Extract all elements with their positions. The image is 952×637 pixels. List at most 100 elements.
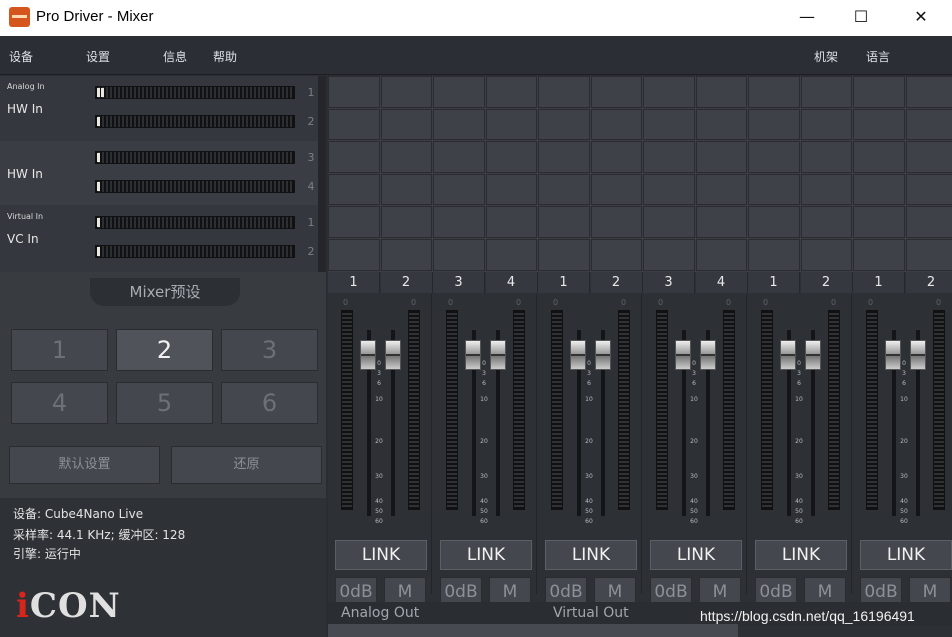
preset-button-6[interactable]: 6 <box>221 382 318 424</box>
matrix-cell[interactable] <box>538 206 590 238</box>
matrix-cell[interactable] <box>748 141 800 173</box>
matrix-cell[interactable] <box>643 173 695 206</box>
matrix-cell[interactable] <box>643 108 695 141</box>
matrix-cell[interactable] <box>590 239 642 271</box>
link-button[interactable]: LINK <box>335 540 427 570</box>
fader-knob-right[interactable] <box>910 340 926 370</box>
fader-knob-right[interactable] <box>805 340 821 370</box>
menu-info[interactable]: 信息 <box>163 48 187 65</box>
matrix-cell[interactable] <box>590 108 642 141</box>
matrix-cell[interactable] <box>590 173 642 206</box>
matrix-cell[interactable] <box>643 76 695 108</box>
matrix-cell[interactable] <box>328 206 380 238</box>
matrix-cell[interactable] <box>905 206 952 238</box>
matrix-cell[interactable] <box>695 173 747 206</box>
matrix-cell[interactable] <box>590 206 642 238</box>
matrix-cell[interactable] <box>380 141 432 173</box>
matrix-cell[interactable] <box>538 173 590 206</box>
matrix-cell[interactable] <box>695 239 747 271</box>
matrix-cell[interactable] <box>590 76 642 108</box>
menu-settings[interactable]: 设置 <box>86 48 110 65</box>
matrix-cell[interactable] <box>433 173 485 206</box>
maximize-button[interactable]: ☐ <box>838 0 884 36</box>
matrix-cell[interactable] <box>905 141 952 173</box>
horizontal-scrollbar[interactable] <box>328 624 738 637</box>
matrix-cell[interactable] <box>853 206 905 238</box>
matrix-cell[interactable] <box>905 76 952 108</box>
matrix-cell[interactable] <box>800 141 852 173</box>
preset-button-3[interactable]: 3 <box>221 329 318 371</box>
matrix-cell[interactable] <box>800 239 852 271</box>
matrix-cell[interactable] <box>905 239 952 271</box>
matrix-cell[interactable] <box>695 206 747 238</box>
matrix-cell[interactable] <box>485 141 537 173</box>
preset-button-4[interactable]: 4 <box>11 382 108 424</box>
preset-button-2[interactable]: 2 <box>116 329 213 371</box>
link-button[interactable]: LINK <box>440 540 532 570</box>
matrix-cell[interactable] <box>853 108 905 141</box>
matrix-cell[interactable] <box>905 108 952 141</box>
matrix-cell[interactable] <box>380 108 432 141</box>
matrix-cell[interactable] <box>643 141 695 173</box>
link-button[interactable]: LINK <box>755 540 847 570</box>
matrix-cell[interactable] <box>800 108 852 141</box>
matrix-cell[interactable] <box>380 239 432 271</box>
matrix-cell[interactable] <box>695 108 747 141</box>
matrix-cell[interactable] <box>748 173 800 206</box>
matrix-cell[interactable] <box>380 173 432 206</box>
fader-knob-right[interactable] <box>490 340 506 370</box>
matrix-cell[interactable] <box>695 76 747 108</box>
matrix-cell[interactable] <box>538 141 590 173</box>
menu-help[interactable]: 帮助 <box>213 48 237 65</box>
matrix-cell[interactable] <box>748 206 800 238</box>
matrix-cell[interactable] <box>800 206 852 238</box>
menu-rack[interactable]: 机架 <box>814 48 838 65</box>
matrix-cell[interactable] <box>905 173 952 206</box>
default-settings-button[interactable]: 默认设置 <box>9 446 160 484</box>
link-button[interactable]: LINK <box>650 540 742 570</box>
matrix-cell[interactable] <box>485 239 537 271</box>
matrix-cell[interactable] <box>853 76 905 108</box>
matrix-cell[interactable] <box>485 76 537 108</box>
matrix-cell[interactable] <box>538 76 590 108</box>
matrix-cell[interactable] <box>695 141 747 173</box>
fader-knob-right[interactable] <box>385 340 401 370</box>
matrix-cell[interactable] <box>800 173 852 206</box>
matrix-cell[interactable] <box>328 141 380 173</box>
close-button[interactable]: ✕ <box>898 0 944 36</box>
menu-device[interactable]: 设备 <box>9 48 33 65</box>
fader-knob-right[interactable] <box>700 340 716 370</box>
restore-button[interactable]: 还原 <box>171 446 322 484</box>
matrix-cell[interactable] <box>853 173 905 206</box>
matrix-cell[interactable] <box>643 206 695 238</box>
matrix-cell[interactable] <box>538 239 590 271</box>
matrix-cell[interactable] <box>380 206 432 238</box>
matrix-cell[interactable] <box>433 206 485 238</box>
fader-knob-right[interactable] <box>595 340 611 370</box>
matrix-cell[interactable] <box>328 108 380 141</box>
matrix-cell[interactable] <box>538 108 590 141</box>
matrix-cell[interactable] <box>485 108 537 141</box>
matrix-cell[interactable] <box>433 76 485 108</box>
minimize-button[interactable]: — <box>784 0 830 36</box>
link-button[interactable]: LINK <box>545 540 637 570</box>
matrix-cell[interactable] <box>380 76 432 108</box>
matrix-cell[interactable] <box>800 76 852 108</box>
matrix-cell[interactable] <box>643 239 695 271</box>
matrix-cell[interactable] <box>748 239 800 271</box>
preset-button-5[interactable]: 5 <box>116 382 213 424</box>
matrix-cell[interactable] <box>328 173 380 206</box>
matrix-cell[interactable] <box>328 76 380 108</box>
matrix-cell[interactable] <box>328 239 380 271</box>
menu-language[interactable]: 语言 <box>866 48 890 65</box>
matrix-cell[interactable] <box>853 141 905 173</box>
matrix-cell[interactable] <box>433 239 485 271</box>
matrix-cell[interactable] <box>748 76 800 108</box>
link-button[interactable]: LINK <box>860 540 952 570</box>
preset-button-1[interactable]: 1 <box>11 329 108 371</box>
matrix-cell[interactable] <box>590 141 642 173</box>
matrix-cell[interactable] <box>485 173 537 206</box>
matrix-cell[interactable] <box>853 239 905 271</box>
matrix-cell[interactable] <box>748 108 800 141</box>
matrix-cell[interactable] <box>485 206 537 238</box>
